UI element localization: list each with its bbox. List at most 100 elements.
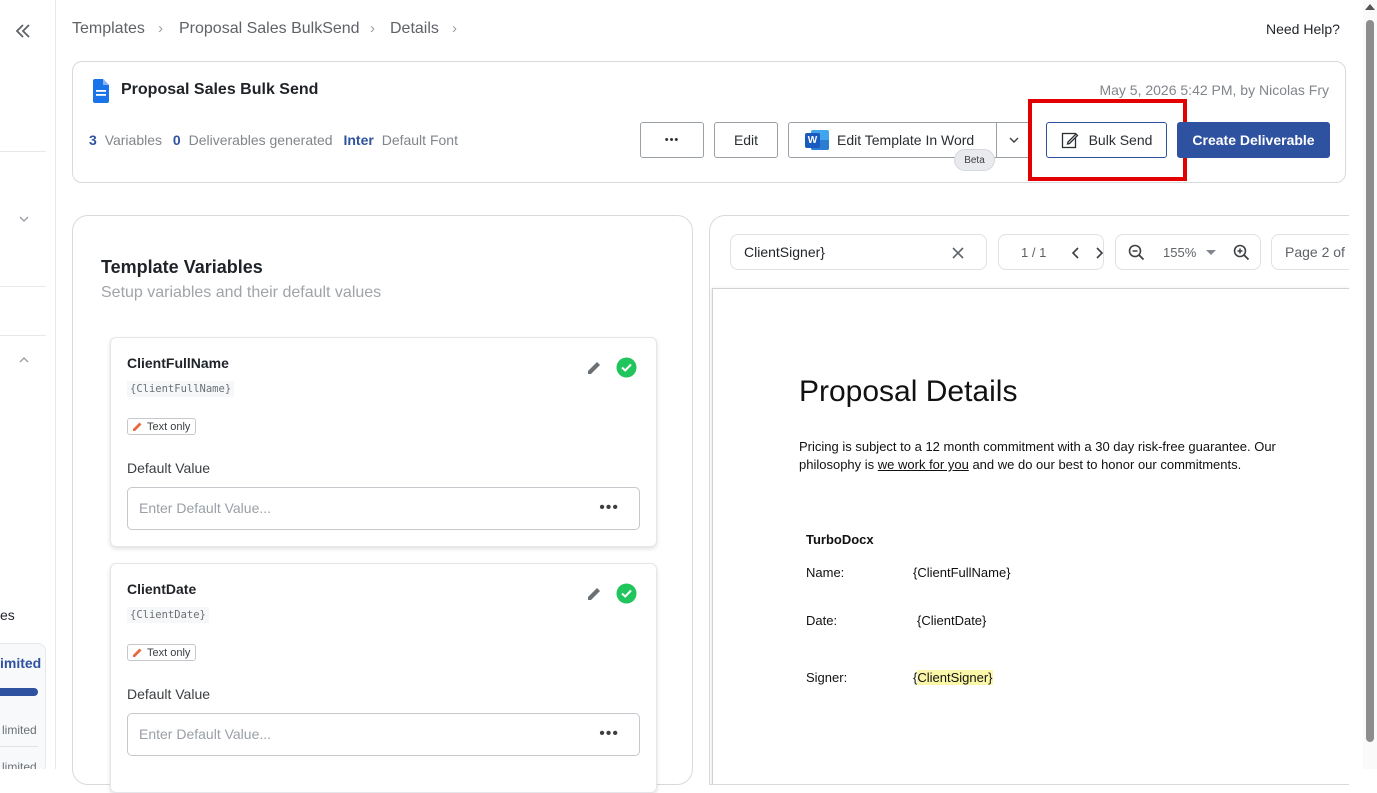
plan-limit-text: limited <box>2 760 37 769</box>
doc-paragraph-line: philosophy is we work for you and we do … <box>799 457 1241 472</box>
preview-search-input[interactable] <box>744 244 944 260</box>
preview-search <box>730 234 987 270</box>
collapse-sidebar-button[interactable] <box>12 20 34 42</box>
double-chevron-left-icon <box>15 24 30 38</box>
template-variables-panel: Template Variables Setup variables and t… <box>72 215 693 793</box>
template-stats: 3 Variables 0 Deliverables generated Int… <box>89 132 458 148</box>
match-count: 1 / 1 <box>1021 245 1047 260</box>
default-value-input[interactable] <box>139 500 569 516</box>
doc-field-value: {ClientSigner} <box>913 670 993 685</box>
variable-name: ClientFullName <box>127 355 229 371</box>
more-horizontal-icon[interactable]: ••• <box>599 499 619 517</box>
document-preview-panel: 1 / 1 155% Page 2 of Proposal Details Pr… <box>709 215 1349 785</box>
variable-name: ClientDate <box>127 581 197 597</box>
default-value-input[interactable] <box>139 726 569 742</box>
edit-label: Edit <box>733 132 759 148</box>
document-page: Proposal Details Pricing is subject to a… <box>712 288 1349 784</box>
default-value-field: ••• <box>127 487 640 530</box>
type-chip: Text only <box>127 418 197 435</box>
chevron-right-icon: › <box>158 20 163 37</box>
type-chip-label: Text only <box>147 420 191 433</box>
doc-text-span: and we do our best to honor our commitme… <box>968 457 1242 472</box>
type-chip: Text only <box>127 644 197 661</box>
need-help-link[interactable]: Need Help? <box>1266 21 1340 37</box>
plan-divider <box>0 746 38 747</box>
font-label: Default Font <box>381 132 458 148</box>
variable-card: ClientFullName {ClientFullName} Text onl… <box>110 337 657 547</box>
template-meta: May 5, 2026 5:42 PM, by Nicolas Fry <box>1099 82 1329 98</box>
beta-badge: Beta <box>954 149 995 171</box>
pencil-icon[interactable] <box>585 585 603 603</box>
zoom-out-icon[interactable] <box>1128 244 1145 261</box>
default-value-label: Default Value <box>127 460 211 476</box>
sidebar: es imited limited limited <box>0 0 56 769</box>
panel-subtitle: Setup variables and their default values <box>101 284 382 301</box>
chevron-right-icon: › <box>370 20 375 37</box>
doc-field-value: {ClientDate} <box>917 613 987 628</box>
bulk-send-label: Bulk Send <box>1088 132 1153 148</box>
doc-text-span: philosophy is <box>799 457 878 472</box>
chevron-down-icon <box>1009 137 1019 143</box>
plan-limit-text: limited <box>2 723 37 737</box>
font-name: Inter <box>343 132 374 148</box>
panel-title: Template Variables <box>101 257 263 277</box>
template-title: Proposal Sales Bulk Send <box>121 81 319 98</box>
sidebar-partial-text: es <box>0 607 15 623</box>
pencil-icon <box>133 648 142 657</box>
doc-company: TurboDocx <box>806 532 874 547</box>
create-deliverable-button[interactable]: Create Deliverable <box>1177 122 1330 158</box>
chevron-right-icon: › <box>452 20 457 37</box>
variable-card: ClientDate {ClientDate} Text only Defaul… <box>110 563 657 793</box>
variable-tag: {ClientDate} <box>127 607 209 623</box>
more-horizontal-icon[interactable]: ••• <box>599 725 619 743</box>
variables-count: 3 <box>89 132 97 148</box>
deliverables-count: 0 <box>172 132 181 148</box>
chevron-left-icon[interactable] <box>1069 246 1083 260</box>
more-options-button[interactable]: ••• <box>640 122 704 158</box>
deliverables-label: Deliverables generated <box>188 132 333 148</box>
breadcrumb-templates[interactable]: Templates <box>72 20 145 38</box>
sidebar-divider <box>0 151 46 152</box>
template-header-card: Proposal Sales Bulk Send May 5, 2026 5:4… <box>72 61 1346 183</box>
plan-usage-bar <box>0 688 38 696</box>
scroll-up-arrow-icon[interactable] <box>1365 4 1375 10</box>
chevron-down-icon[interactable] <box>18 213 30 225</box>
zoom-in-icon[interactable] <box>1233 244 1250 261</box>
check-circle-icon <box>616 357 637 378</box>
chevron-right-icon[interactable] <box>1092 246 1106 260</box>
default-value-label: Default Value <box>127 686 211 702</box>
default-value-field: ••• <box>127 713 640 756</box>
zoom-controls: 155% <box>1115 234 1261 270</box>
pencil-icon[interactable] <box>585 359 603 377</box>
breadcrumb-details[interactable]: Details <box>390 20 439 38</box>
more-options-label: ••• <box>664 134 680 146</box>
chevron-up-icon[interactable] <box>18 354 30 366</box>
check-circle-icon <box>616 583 637 604</box>
doc-field-value: {ClientFullName} <box>913 565 1011 580</box>
page-label: Page 2 of <box>1285 244 1345 260</box>
search-match-highlight: ClientSigner} <box>917 670 993 685</box>
doc-link-text: we work for you <box>877 457 969 472</box>
caret-down-icon[interactable] <box>1206 250 1216 255</box>
doc-field-label: Signer: <box>806 670 848 685</box>
create-deliverable-label: Create Deliverable <box>1192 132 1315 148</box>
zoom-level[interactable]: 155% <box>1163 245 1196 260</box>
bulk-send-button[interactable]: Bulk Send <box>1046 122 1167 158</box>
close-icon[interactable] <box>951 246 965 260</box>
scrollbar-thumb[interactable] <box>1366 20 1374 742</box>
match-navigator: 1 / 1 <box>998 234 1104 270</box>
document-icon <box>93 79 109 103</box>
doc-field-label: Date: <box>806 613 838 628</box>
edit-in-word-label: Edit Template In Word <box>837 132 975 148</box>
pencil-icon <box>133 422 142 431</box>
edit-button[interactable]: Edit <box>714 122 778 158</box>
sidebar-divider <box>0 286 46 287</box>
plan-name: imited <box>0 655 42 671</box>
page-scrollbar[interactable] <box>1363 0 1377 769</box>
page-indicator: Page 2 of <box>1271 234 1349 270</box>
doc-heading: Proposal Details <box>799 375 1018 408</box>
doc-paragraph-line: Pricing is subject to a 12 month commitm… <box>799 439 1276 454</box>
word-options-dropdown[interactable] <box>996 122 1032 158</box>
breadcrumb-template[interactable]: Proposal Sales BulkSend <box>179 20 360 38</box>
type-chip-label: Text only <box>147 646 191 659</box>
